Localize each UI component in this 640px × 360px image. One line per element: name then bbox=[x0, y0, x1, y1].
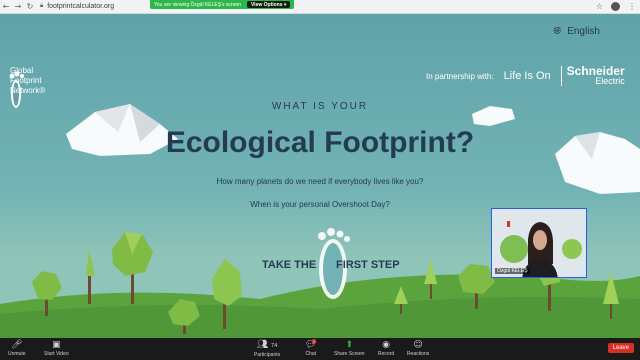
participants-count: 74 bbox=[271, 343, 278, 349]
address-bar[interactable]: footprintcalculator.org bbox=[47, 3, 114, 10]
gfn-logo-text: Global Footprint Network® bbox=[10, 66, 45, 96]
gfn-line-2: Footprint bbox=[10, 76, 42, 85]
unmute-button[interactable]: 🎤︎ Unmute bbox=[8, 340, 26, 357]
partnership-block: In partnership with: Life Is On Schneide… bbox=[426, 65, 625, 86]
forward-arrow-icon[interactable]: → bbox=[12, 2, 24, 11]
microphone-muted-icon: 🎤︎ bbox=[11, 340, 23, 350]
record-icon: ◉ bbox=[382, 340, 390, 350]
kicker-text: WHAT IS YOUR bbox=[271, 101, 369, 112]
page-title: Ecological Footprint? bbox=[165, 126, 475, 159]
share-banner-text: You are viewing Özgül KELEŞ's screen bbox=[154, 1, 241, 8]
browser-toolbar: ← → ↻ 🔒︎ footprintcalculator.org You are… bbox=[0, 0, 640, 14]
participants-label: Participants bbox=[254, 352, 281, 358]
unmute-label: Unmute bbox=[8, 351, 26, 357]
gfn-line-1: Global bbox=[10, 66, 34, 75]
share-screen-label: Share Screen bbox=[334, 351, 365, 357]
back-arrow-icon[interactable]: ← bbox=[0, 2, 12, 11]
reactions-button[interactable]: ☺ Reactions bbox=[407, 340, 429, 357]
browser-actions: ☆ ⋮ bbox=[596, 2, 636, 11]
profile-avatar[interactable] bbox=[611, 2, 620, 11]
partnership-label: In partnership with: bbox=[426, 71, 494, 81]
video-off-icon: ▣ bbox=[52, 340, 61, 350]
star-icon[interactable]: ☆ bbox=[596, 2, 603, 11]
share-screen-icon: ⬆ bbox=[345, 340, 354, 350]
cta-take-the[interactable]: TAKE THE bbox=[262, 259, 316, 271]
participant-video-tile[interactable]: Özgül KELEŞ bbox=[491, 208, 587, 278]
landscape-illustration bbox=[0, 71, 640, 338]
start-video-button[interactable]: ▣ Start Video bbox=[44, 340, 69, 357]
lock-icon[interactable]: 🔒︎ bbox=[40, 3, 43, 10]
view-options-button[interactable]: View Options ▾ bbox=[246, 1, 291, 8]
language-selector[interactable]: 🌐︎ English bbox=[553, 26, 600, 37]
participants-icon: 👥︎ 74 bbox=[256, 340, 278, 350]
record-label: Record bbox=[378, 351, 395, 357]
menu-icon[interactable]: ⋮ bbox=[628, 2, 636, 11]
record-button[interactable]: ◉ Record bbox=[378, 340, 394, 357]
language-label: English bbox=[567, 26, 600, 37]
question-planets: How many planets do we need if everybody… bbox=[216, 177, 424, 186]
meeting-toolbar: 🎤︎ Unmute ▣ Start Video 👥︎ 74 Participan… bbox=[0, 338, 640, 360]
gfn-line-3: Network® bbox=[10, 86, 46, 95]
view-options-label: View Options bbox=[250, 1, 283, 8]
gfn-logo[interactable]: Global Footprint Network® bbox=[6, 52, 45, 96]
cta-first-step[interactable]: FIRST STEP bbox=[336, 259, 400, 271]
chat-label: Chat bbox=[305, 351, 316, 357]
share-screen-button[interactable]: ⬆ Share Screen bbox=[334, 340, 365, 357]
participants-button[interactable]: 👥︎ 74 Participants bbox=[254, 340, 280, 358]
reload-icon[interactable]: ↻ bbox=[24, 2, 36, 11]
reactions-icon: ☺ bbox=[413, 340, 423, 350]
reactions-label: Reactions bbox=[407, 351, 430, 357]
globe-icon: 🌐︎ bbox=[553, 26, 562, 37]
schneider-logo[interactable]: Schneider Electric bbox=[560, 65, 625, 86]
leave-button[interactable]: Leave bbox=[607, 343, 634, 353]
chat-button[interactable]: 💬︎ 1 Chat bbox=[305, 339, 316, 357]
webpage: Global Footprint Network® 🌐︎ English In … bbox=[0, 14, 640, 338]
participant-name: Özgül KELEŞ bbox=[495, 268, 530, 274]
start-video-label: Start Video bbox=[44, 351, 69, 357]
life-is-on-logo[interactable]: Life Is On bbox=[504, 70, 551, 82]
screen-share-banner: You are viewing Özgül KELEŞ's screen Vie… bbox=[150, 0, 295, 9]
